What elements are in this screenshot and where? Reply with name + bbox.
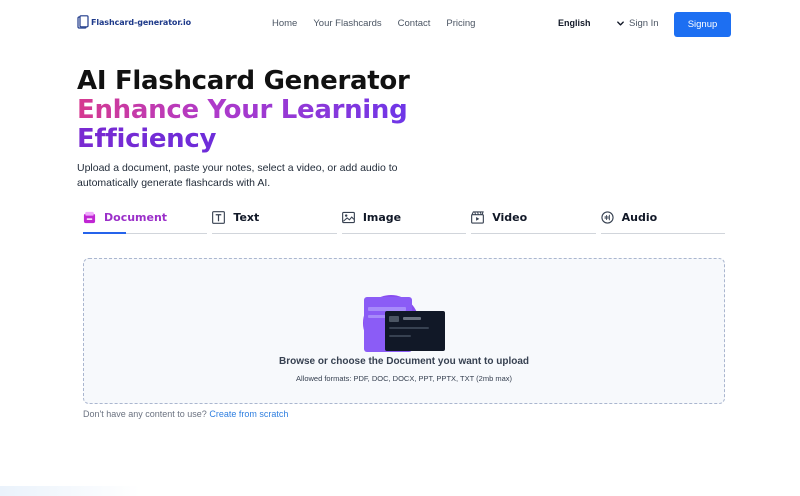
tab-label: Image	[362, 211, 402, 224]
nav-link-home[interactable]: Home	[272, 18, 297, 29]
tab-label: Video	[492, 211, 528, 224]
document-dropzone[interactable]: Browse or choose the Document you want t…	[83, 258, 725, 404]
nav-link-your-flashcards[interactable]: Your Flashcards	[313, 18, 381, 29]
tab-label: Document	[104, 211, 168, 224]
tab-image[interactable]: Image	[341, 208, 467, 234]
signup-button[interactable]: Signup	[674, 12, 731, 37]
tab-label: Text	[233, 211, 260, 224]
tab-text[interactable]: Text	[212, 208, 337, 234]
title-line-2: Enhance Your Learning	[77, 96, 410, 125]
document-icon	[83, 211, 96, 224]
audio-icon	[600, 211, 614, 224]
upload-illustration	[363, 295, 445, 352]
input-type-tabs: Document Text Image Video Audio	[83, 208, 726, 234]
scratch-prompt: Don't have any content to use?	[83, 409, 207, 419]
tab-audio[interactable]: Audio	[600, 208, 726, 234]
create-from-scratch: Don't have any content to use? Create fr…	[83, 409, 288, 419]
hero-subtitle: Upload a document, paste your notes, sel…	[77, 162, 398, 189]
nav-link-contact[interactable]: Contact	[398, 18, 431, 29]
tab-document[interactable]: Document	[83, 208, 208, 234]
image-icon	[341, 211, 355, 224]
create-from-scratch-link[interactable]: Create from scratch	[209, 409, 288, 419]
video-icon	[471, 211, 485, 224]
text-icon	[212, 211, 226, 224]
page-title: AI Flashcard Generator Enhance Your Lear…	[77, 67, 410, 154]
sign-in-link[interactable]: Sign In	[629, 18, 659, 29]
title-line-1: AI Flashcard Generator	[77, 66, 410, 96]
logo-text: Flashcard-generator.io	[91, 17, 192, 27]
footer-glow	[0, 486, 140, 496]
flashcard-logo-icon	[77, 15, 89, 29]
tab-video[interactable]: Video	[471, 208, 596, 234]
tab-label: Audio	[621, 211, 658, 224]
allowed-formats: Allowed formats: PDF, DOC, DOCX, PPT, PP…	[295, 374, 513, 383]
logo[interactable]: Flashcard-generator.io	[77, 15, 191, 29]
nav-link-pricing[interactable]: Pricing	[446, 18, 475, 29]
language-select[interactable]: English	[558, 18, 625, 28]
title-line-3: Efficiency	[77, 125, 410, 154]
chevron-down-icon	[616, 20, 624, 26]
active-tab-indicator	[83, 232, 126, 234]
nav-links: Home Your Flashcards Contact Pricing	[272, 18, 475, 29]
dropzone-title: Browse or choose the Document you want t…	[278, 356, 530, 367]
top-navbar: Flashcard-generator.io Home Your Flashca…	[0, 0, 800, 48]
language-label: English	[558, 18, 591, 28]
